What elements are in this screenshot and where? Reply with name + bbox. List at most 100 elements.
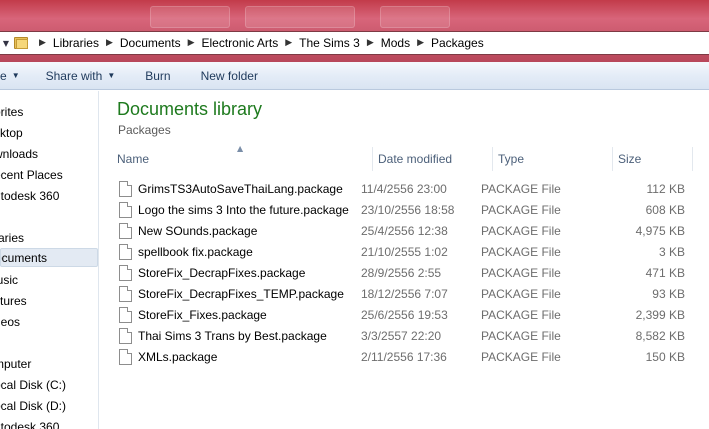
column-header-label: Date modified	[378, 152, 453, 166]
nav-item-documents[interactable]: ocuments	[0, 248, 98, 267]
file-type: PACKAGE File	[481, 224, 561, 238]
chevron-down-icon[interactable]: ▼	[0, 32, 12, 54]
nav-item-desktop[interactable]: sktop	[0, 123, 98, 142]
nav-item-label: utodesk 360	[0, 419, 60, 429]
nav-item-videos[interactable]: deos	[0, 312, 98, 331]
breadcrumb-separator-icon[interactable]: ▶	[99, 38, 120, 48]
file-type: PACKAGE File	[481, 203, 561, 217]
file-date: 21/10/2555 1:02	[361, 245, 448, 259]
new-folder-button[interactable]: New folder	[183, 69, 270, 83]
file-name: StoreFix_DecrapFixes.package	[138, 266, 306, 280]
file-size: 608 KB	[645, 203, 685, 217]
file-row[interactable]: StoreFix_Fixes.package 25/6/2556 19:53 P…	[117, 305, 707, 326]
file-row[interactable]: Logo the sims 3 Into the future.package …	[117, 200, 707, 221]
nav-item-label: ocuments	[0, 250, 48, 265]
burn-label: Burn	[145, 68, 171, 83]
nav-item-label: ocal Disk (C:)	[0, 377, 67, 392]
column-header-size[interactable]: Size	[613, 147, 693, 171]
file-row[interactable]: StoreFix_DecrapFixes_TEMP.package 18/12/…	[117, 284, 707, 305]
file-size: 8,582 KB	[635, 329, 685, 343]
column-header-label: Size	[618, 152, 642, 166]
breadcrumb-label[interactable]: Documents	[120, 36, 181, 50]
nav-item-downloads[interactable]: wnloads	[0, 144, 98, 163]
breadcrumb-separator-icon[interactable]: ▶	[360, 38, 381, 48]
breadcrumb-item-2[interactable]: ▶ Electronic Arts	[181, 36, 279, 50]
file-row[interactable]: Thai Sims 3 Trans by Best.package 3/3/25…	[117, 326, 707, 347]
file-list-pane: Documents library Packages ▲ Name Date m…	[100, 91, 709, 429]
chevron-down-icon: ▼	[11, 71, 20, 80]
burn-button[interactable]: Burn	[127, 69, 182, 83]
nav-item-autodesk-360-drive[interactable]: utodesk 360	[0, 417, 98, 429]
file-type: PACKAGE File	[481, 308, 561, 322]
file-date: 18/12/2556 7:07	[361, 287, 448, 301]
breadcrumb-separator-icon[interactable]: ▶	[278, 38, 299, 48]
breadcrumb-label[interactable]: Libraries	[53, 36, 99, 50]
file-row[interactable]: StoreFix_DecrapFixes.package 28/9/2556 2…	[117, 263, 707, 284]
nav-item-music[interactable]: lusic	[0, 270, 98, 289]
organize-button[interactable]: e ▼	[0, 69, 34, 83]
file-size: 2,399 KB	[635, 308, 685, 322]
nav-item-local-disk-d[interactable]: ocal Disk (D:)	[0, 396, 98, 415]
new-folder-label: New folder	[200, 68, 258, 83]
nav-item-libraries[interactable]: raries	[0, 228, 98, 247]
column-header-type[interactable]: Type	[493, 147, 613, 171]
chevron-down-icon: ▼	[107, 71, 116, 80]
breadcrumb-separator-icon[interactable]: ▶	[410, 38, 431, 48]
breadcrumb-label[interactable]: The Sims 3	[299, 36, 360, 50]
nav-item-label: sktop	[0, 125, 23, 140]
background-window-blur	[150, 6, 230, 28]
file-name: GrimsTS3AutoSaveThaiLang.package	[138, 182, 343, 196]
nav-item-local-disk-c[interactable]: ocal Disk (C:)	[0, 375, 98, 394]
file-icon	[119, 202, 132, 218]
file-name: StoreFix_DecrapFixes_TEMP.package	[138, 287, 344, 301]
breadcrumb-item-5[interactable]: ▶ Packages	[410, 36, 484, 50]
nav-item-label: lusic	[0, 272, 19, 287]
navigation-pane: orites sktop wnloads ecent Places utodes…	[0, 91, 99, 429]
file-icon	[119, 265, 132, 281]
library-title: Documents library	[117, 99, 263, 119]
file-type: PACKAGE File	[481, 266, 561, 280]
file-type: PACKAGE File	[481, 350, 561, 364]
breadcrumb-label[interactable]: Mods	[381, 36, 410, 50]
file-date: 2/11/2556 17:36	[361, 350, 447, 364]
file-row[interactable]: GrimsTS3AutoSaveThaiLang.package 11/4/25…	[117, 179, 707, 200]
nav-item-favorites[interactable]: orites	[0, 102, 98, 121]
file-date: 3/3/2557 22:20	[361, 329, 442, 343]
file-date: 23/10/2556 18:58	[361, 203, 455, 217]
breadcrumb-item-4[interactable]: ▶ Mods	[360, 36, 410, 50]
nav-item-computer[interactable]: mputer	[0, 354, 98, 373]
share-with-button[interactable]: Share with ▼	[34, 69, 128, 83]
column-header-label: Type	[498, 152, 525, 166]
organize-label: e	[0, 68, 7, 83]
breadcrumb-label[interactable]: Packages	[431, 36, 484, 50]
nav-item-pictures[interactable]: ctures	[0, 291, 98, 310]
file-date: 25/6/2556 19:53	[361, 308, 448, 322]
nav-item-autodesk-360[interactable]: utodesk 360	[0, 186, 98, 205]
column-header-name[interactable]: Name	[112, 147, 373, 171]
column-header-date[interactable]: Date modified	[373, 147, 493, 171]
breadcrumb-separator-icon[interactable]: ▶	[32, 38, 53, 48]
nav-item-recent-places[interactable]: ecent Places	[0, 165, 98, 184]
nav-item-label: orites	[0, 104, 24, 119]
file-row[interactable]: XMLs.package 2/11/2556 17:36 PACKAGE Fil…	[117, 347, 707, 368]
nav-item-label: mputer	[0, 356, 32, 371]
file-row[interactable]: New SOunds.package 25/4/2556 12:38 PACKA…	[117, 221, 707, 242]
file-name: New SOunds.package	[138, 224, 258, 238]
nav-item-label: wnloads	[0, 146, 39, 161]
file-size: 93 KB	[652, 287, 685, 301]
breadcrumb-item-0[interactable]: ▶ Libraries	[32, 36, 99, 50]
breadcrumb-item-1[interactable]: ▶ Documents	[99, 36, 181, 50]
nav-item-label: ocal Disk (D:)	[0, 398, 67, 413]
file-icon	[119, 286, 132, 302]
address-bar[interactable]: ▼ ▶ Libraries ▶ Documents ▶ Electronic A…	[0, 31, 709, 55]
file-type: PACKAGE File	[481, 182, 561, 196]
nav-item-label: deos	[0, 314, 21, 329]
nav-item-label: ctures	[0, 293, 27, 308]
file-date: 11/4/2556 23:00	[361, 182, 447, 196]
file-icon	[119, 244, 132, 260]
breadcrumb-item-3[interactable]: ▶ The Sims 3	[278, 36, 360, 50]
breadcrumb-label[interactable]: Electronic Arts	[202, 36, 279, 50]
file-size: 471 KB	[645, 266, 685, 280]
file-row[interactable]: spellbook fix.package 21/10/2555 1:02 PA…	[117, 242, 707, 263]
breadcrumb-separator-icon[interactable]: ▶	[181, 38, 202, 48]
